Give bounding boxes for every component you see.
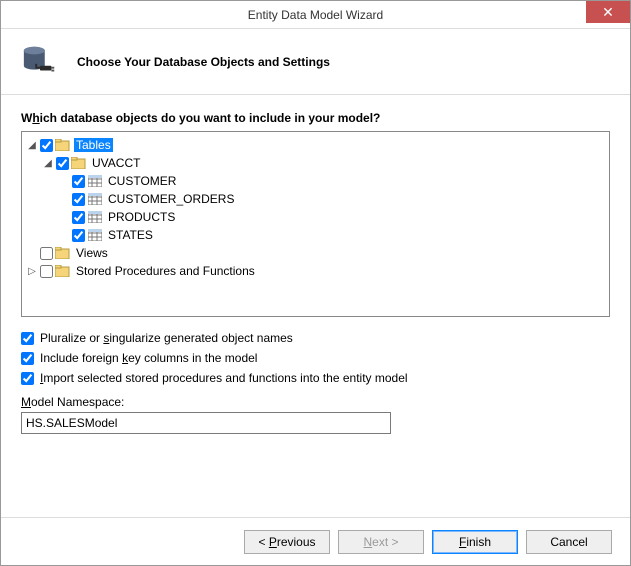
table-label[interactable]: CUSTOMER bbox=[106, 174, 178, 188]
expander-placeholder bbox=[24, 248, 40, 259]
views-label[interactable]: Views bbox=[74, 246, 110, 260]
previous-button[interactable]: < Previous bbox=[244, 530, 330, 554]
cancel-button[interactable]: Cancel bbox=[526, 530, 612, 554]
pluralize-label[interactable]: Pluralize or singularize generated objec… bbox=[40, 331, 293, 345]
table-label[interactable]: CUSTOMER_ORDERS bbox=[106, 192, 236, 206]
tables-folder-icon bbox=[55, 138, 71, 152]
finish-button[interactable]: Finish bbox=[432, 530, 518, 554]
tree-node-sprocs[interactable]: ▷ Stored Procedures and Functions bbox=[24, 262, 607, 280]
pluralize-checkbox[interactable] bbox=[21, 332, 34, 345]
tree-node-tables[interactable]: ◢ Tables bbox=[24, 136, 607, 154]
tree-node-table[interactable]: CUSTOMER_ORDERS bbox=[24, 190, 607, 208]
prompt-label: Which database objects do you want to in… bbox=[21, 111, 610, 125]
wizard-footer: < Previous Next > Finish Cancel bbox=[1, 517, 630, 565]
tables-checkbox[interactable] bbox=[40, 139, 53, 152]
schema-checkbox[interactable] bbox=[56, 157, 69, 170]
table-checkbox[interactable] bbox=[72, 175, 85, 188]
tree-node-schema[interactable]: ◢ UVACCT bbox=[24, 154, 607, 172]
schema-folder-icon bbox=[71, 156, 87, 170]
tree-node-table[interactable]: STATES bbox=[24, 226, 607, 244]
import-sprocs-label[interactable]: Import selected stored procedures and fu… bbox=[40, 371, 408, 385]
table-checkbox[interactable] bbox=[72, 229, 85, 242]
foreign-key-label[interactable]: Include foreign key columns in the model bbox=[40, 351, 257, 365]
sprocs-checkbox[interactable] bbox=[40, 265, 53, 278]
table-icon bbox=[87, 210, 103, 224]
expander-icon[interactable]: ◢ bbox=[24, 140, 40, 151]
table-icon bbox=[87, 228, 103, 242]
tree-node-views[interactable]: Views bbox=[24, 244, 607, 262]
tree-node-table[interactable]: PRODUCTS bbox=[24, 208, 607, 226]
table-label[interactable]: STATES bbox=[106, 228, 155, 242]
table-checkbox[interactable] bbox=[72, 193, 85, 206]
sprocs-folder-icon bbox=[55, 264, 71, 278]
titlebar: Entity Data Model Wizard ✕ bbox=[1, 1, 630, 29]
table-checkbox[interactable] bbox=[72, 211, 85, 224]
window-title: Entity Data Model Wizard bbox=[1, 8, 630, 22]
table-icon bbox=[87, 174, 103, 188]
views-folder-icon bbox=[55, 246, 71, 260]
next-button: Next > bbox=[338, 530, 424, 554]
database-icon bbox=[21, 43, 59, 81]
wizard-header: Choose Your Database Objects and Setting… bbox=[1, 29, 630, 95]
content-area: Which database objects do you want to in… bbox=[1, 95, 630, 442]
table-icon bbox=[87, 192, 103, 206]
namespace-input[interactable] bbox=[21, 412, 391, 434]
namespace-label: Model Namespace: bbox=[21, 395, 610, 409]
import-sprocs-checkbox[interactable] bbox=[21, 372, 34, 385]
tables-label[interactable]: Tables bbox=[74, 138, 113, 152]
objects-tree[interactable]: ◢ Tables ◢ UVACCT CUSTOMER bbox=[21, 131, 610, 317]
views-checkbox[interactable] bbox=[40, 247, 53, 260]
close-icon: ✕ bbox=[602, 5, 614, 19]
options-group: Pluralize or singularize generated objec… bbox=[21, 331, 610, 385]
page-title: Choose Your Database Objects and Setting… bbox=[77, 55, 330, 69]
table-label[interactable]: PRODUCTS bbox=[106, 210, 177, 224]
expander-icon[interactable]: ▷ bbox=[24, 266, 40, 277]
schema-label[interactable]: UVACCT bbox=[90, 156, 142, 170]
foreign-key-checkbox[interactable] bbox=[21, 352, 34, 365]
close-button[interactable]: ✕ bbox=[586, 1, 630, 23]
expander-icon[interactable]: ◢ bbox=[40, 158, 56, 169]
sprocs-label[interactable]: Stored Procedures and Functions bbox=[74, 264, 257, 278]
tree-node-table[interactable]: CUSTOMER bbox=[24, 172, 607, 190]
